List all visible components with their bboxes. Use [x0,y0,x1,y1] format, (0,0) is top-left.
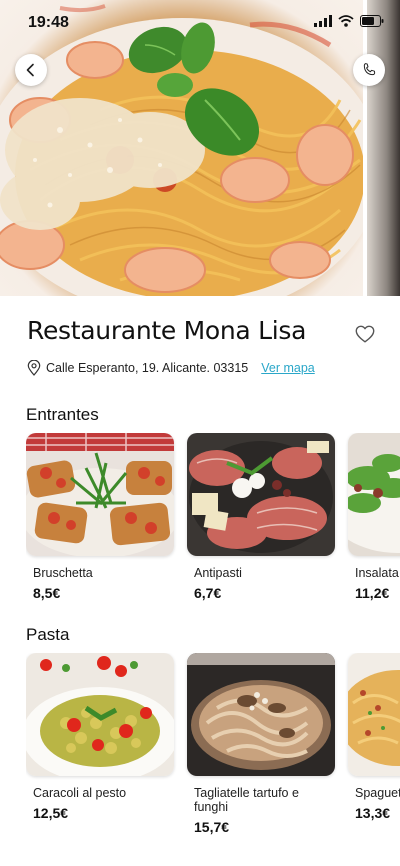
dish-row-pasta[interactable]: Caracoli al pesto 12,5€ Tagliatelle tart… [26,653,400,863]
dish-image-caracoli [26,653,174,776]
dish-name: Spaguetti carbonara [355,786,400,800]
status-time: 19:48 [28,14,69,31]
dish-name: Insalata [355,566,399,580]
heart-icon [355,325,375,343]
status-bar: 19:48 [0,0,400,44]
phone-icon [363,63,376,76]
dish-card-caracoli[interactable]: Caracoli al pesto 12,5€ [26,653,174,821]
restaurant-name: Restaurante Mona Lisa [27,316,307,345]
section-title-pasta: Pasta [26,625,70,644]
dish-image-tagliatelle [187,653,335,776]
dish-card-bruschetta[interactable]: Bruschetta 8,5€ [26,433,174,601]
address-text: Calle Esperanto, 19. Alicante. 03315 [46,361,249,375]
section-title-entrantes: Entrantes [26,405,99,424]
map-pin-icon [27,360,41,376]
status-icons [314,15,384,27]
dish-card-antipasti[interactable]: Antipasti 6,7€ [187,433,335,601]
address-row: Calle Esperanto, 19. Alicante. 03315 Ver… [27,360,315,376]
favorite-button[interactable] [354,323,376,345]
dish-row-entrantes[interactable]: Bruschetta 8,5€ Antipasti 6,7€ Insalata … [26,433,400,643]
dish-name: Caracoli al pesto [33,786,127,800]
dish-card-insalata[interactable]: Insalata 11,2€ [348,433,400,601]
hero-gallery[interactable]: 19:48 [0,0,400,296]
battery-icon [360,15,384,27]
dish-name: Tagliatelle tartufo e funghi [194,786,299,814]
dish-card-spaguetti[interactable]: Spaguetti carbonara 13,3€ [348,653,400,821]
dish-image-spaguetti [348,653,400,776]
dish-image-antipasti [187,433,335,556]
back-button[interactable] [15,54,47,86]
dish-price: 11,2€ [355,585,390,601]
map-link[interactable]: Ver mapa [261,361,315,375]
pasta-photo [0,4,363,296]
signal-icon [314,15,332,27]
dish-price: 6,7€ [194,585,222,601]
dish-price: 15,7€ [194,819,230,835]
dish-price: 13,3€ [355,805,391,821]
call-button[interactable] [353,54,385,86]
hero-image-pasta [0,0,363,296]
dish-name: Bruschetta [33,566,93,580]
dish-name: Antipasti [194,566,242,580]
dish-image-insalata [348,433,400,556]
wifi-icon [338,15,354,27]
dish-price: 8,5€ [33,585,61,601]
chevron-left-icon [26,63,34,77]
hero-image-next [367,0,400,296]
dish-image-bruschetta [26,433,174,556]
dish-price: 12,5€ [33,805,69,821]
dish-card-tagliatelle[interactable]: Tagliatelle tartufo e funghi 15,7€ [187,653,335,835]
